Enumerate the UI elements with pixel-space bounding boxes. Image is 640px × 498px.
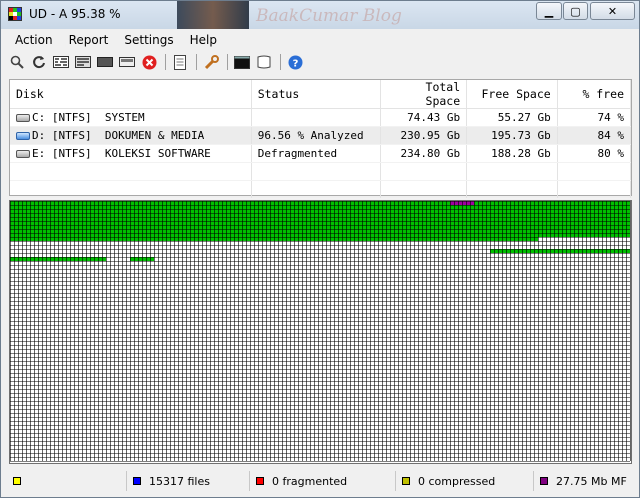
refresh-icon[interactable]: [29, 53, 49, 71]
boot-icon[interactable]: [254, 53, 274, 71]
column-header-total-space[interactable]: Total Space: [380, 80, 468, 109]
toolbar: ?: [7, 51, 633, 73]
optimize-icon[interactable]: [73, 53, 93, 71]
mft-color-swatch: [540, 477, 548, 485]
percent-free-cell: 80 %: [557, 144, 632, 163]
directories-color-swatch: [13, 477, 21, 485]
repeat-icon[interactable]: [95, 53, 115, 71]
report-icon[interactable]: [170, 53, 190, 71]
menu-help[interactable]: Help: [182, 33, 225, 47]
toolbar-separator: [196, 54, 197, 70]
disk-cell: C: [NTFS] SYSTEM: [10, 108, 252, 127]
column-header-free-space[interactable]: Free Space: [466, 80, 558, 109]
disk-row-c[interactable]: C: [NTFS] SYSTEM 74.43 Gb 55.27 Gb 74 %: [10, 108, 632, 127]
disk-label: E: [NTFS] KOLEKSI SOFTWARE: [32, 147, 211, 160]
free-space-cell: 188.28 Gb: [466, 144, 558, 163]
svg-text:?: ?: [292, 58, 298, 69]
hard-drive-icon: [16, 150, 30, 158]
title-bar[interactable]: UD - A 95.38 % BaakCumar Blog ▁ ▢ ✕: [1, 1, 639, 29]
menu-bar: Action Report Settings Help: [7, 30, 633, 50]
cluster-map[interactable]: [9, 200, 632, 464]
monitor-icon[interactable]: [117, 53, 137, 71]
free-space-cell: 195.73 Gb: [466, 126, 558, 145]
compressed-count: 0 compressed: [418, 474, 496, 488]
column-header-status[interactable]: Status: [251, 80, 382, 109]
menu-report[interactable]: Report: [61, 33, 117, 47]
stop-icon[interactable]: [139, 53, 159, 71]
menu-action[interactable]: Action: [7, 33, 61, 47]
column-header-percent-free[interactable]: % free: [557, 80, 632, 109]
disk-list: Disk Status Total Space Free Space % fre…: [9, 79, 632, 199]
console-icon[interactable]: [232, 53, 252, 71]
disk-row-e[interactable]: E: [NTFS] KOLEKSI SOFTWARE Defragmented …: [10, 144, 632, 163]
background-thumbnail: [177, 1, 249, 29]
disk-label: C: [NTFS] SYSTEM: [32, 111, 145, 124]
status-compressed: 0 compressed: [396, 471, 534, 491]
help-icon[interactable]: ?: [285, 53, 305, 71]
hard-drive-icon: [16, 132, 30, 140]
column-header-disk[interactable]: Disk: [10, 80, 252, 109]
toolbar-separator: [280, 54, 281, 70]
status-mft: 27.75 Mb MF: [534, 471, 634, 491]
background-watermark: BaakCumar Blog: [256, 6, 402, 26]
total-space-cell: 74.43 Gb: [380, 108, 468, 127]
toolbar-separator: [227, 54, 228, 70]
app-window: UD - A 95.38 % BaakCumar Blog ▁ ▢ ✕ Acti…: [0, 0, 640, 498]
total-space-cell: 230.95 Gb: [380, 126, 468, 145]
fragmented-count: 0 fragmented: [272, 474, 348, 488]
app-icon: [8, 7, 22, 21]
disk-label: D: [NTFS] DOKUMEN & MEDIA: [32, 129, 205, 142]
compressed-color-swatch: [402, 477, 410, 485]
disk-row-d[interactable]: D: [NTFS] DOKUMEN & MEDIA 96.56 % Analyz…: [10, 126, 632, 145]
fragmented-color-swatch: [256, 477, 264, 485]
toolbar-separator: [165, 54, 166, 70]
free-space-cell: 55.27 Gb: [466, 108, 558, 127]
settings-icon[interactable]: [201, 53, 221, 71]
percent-free-cell: 74 %: [557, 108, 632, 127]
hard-drive-icon: [16, 114, 30, 122]
defrag-icon[interactable]: [51, 53, 71, 71]
maximize-button[interactable]: ▢: [563, 2, 588, 20]
disk-cell: E: [NTFS] KOLEKSI SOFTWARE: [10, 144, 252, 163]
minimize-button[interactable]: ▁: [536, 2, 562, 20]
total-space-cell: 234.80 Gb: [380, 144, 468, 163]
search-icon[interactable]: [7, 53, 27, 71]
used-clusters-block: [10, 201, 630, 237]
files-color-swatch: [133, 477, 141, 485]
status-cell: 96.56 % Analyzed: [251, 126, 382, 145]
percent-free-cell: 84 %: [557, 126, 632, 145]
menu-settings[interactable]: Settings: [116, 33, 181, 47]
status-directories: [7, 471, 127, 491]
status-cell: [251, 108, 382, 127]
window-title: UD - A 95.38 %: [29, 7, 121, 21]
cluster-map-canvas: [10, 201, 631, 462]
close-button[interactable]: ✕: [590, 2, 635, 20]
status-cell: Defragmented: [251, 144, 382, 163]
status-fragmented: 0 fragmented: [250, 471, 396, 491]
files-count: 15317 files: [149, 474, 210, 488]
mft-size: 27.75 Mb MF: [556, 474, 627, 488]
disk-cell: D: [NTFS] DOKUMEN & MEDIA: [10, 126, 252, 145]
status-files: 15317 files: [127, 471, 250, 491]
status-bar: 15317 files 0 fragmented 0 compressed 27…: [7, 469, 635, 493]
